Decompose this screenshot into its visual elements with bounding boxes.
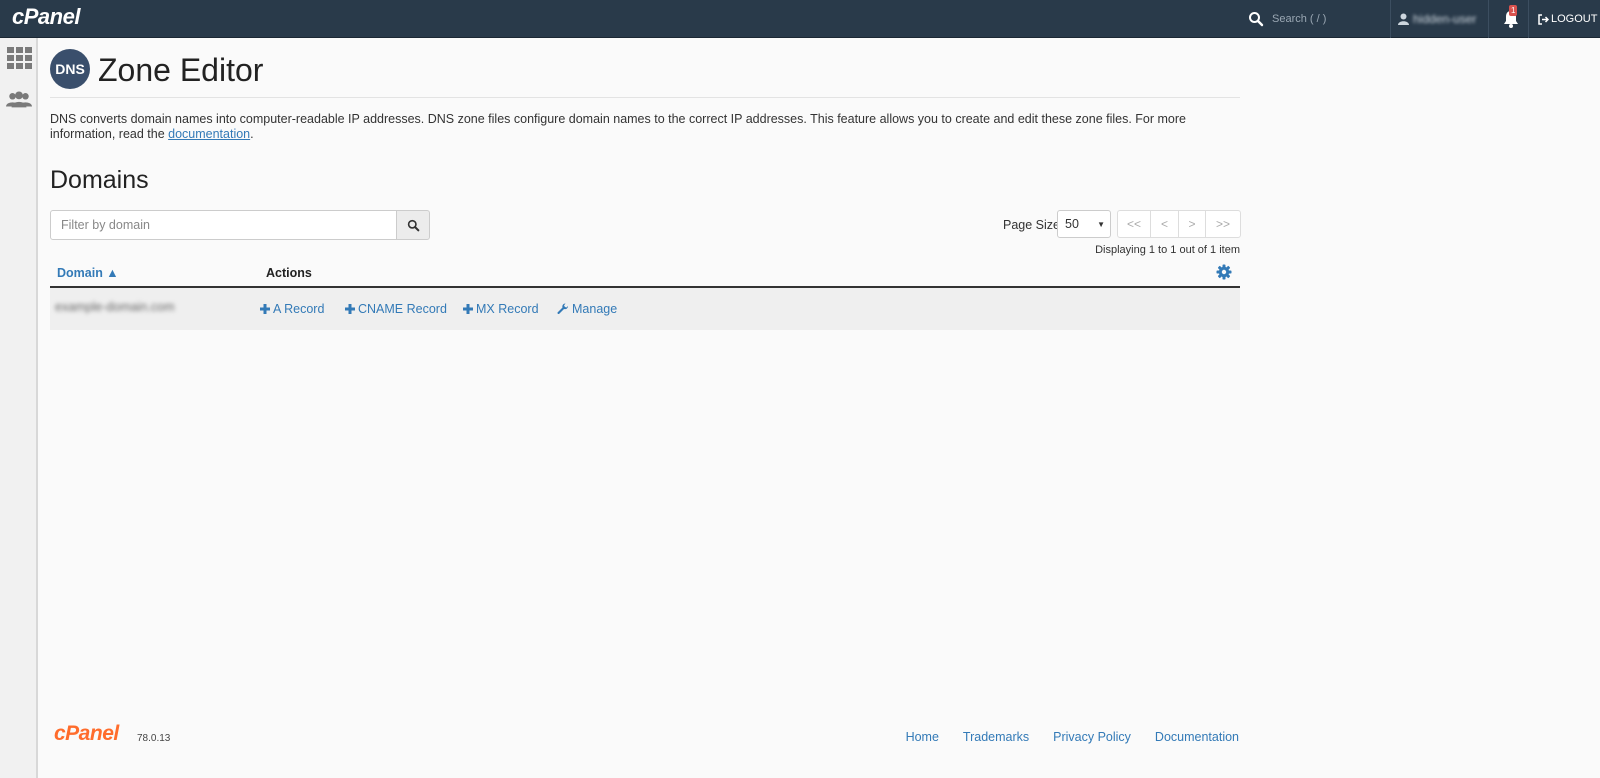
- footer-links: Home Trademarks Privacy Policy Documenta…: [882, 730, 1239, 744]
- pager-last-button[interactable]: >>: [1206, 211, 1240, 237]
- grid-icon[interactable]: [6, 46, 32, 70]
- row-domain-name: example-domain.com: [55, 300, 175, 314]
- add-cname-record-link[interactable]: CNAME Record: [345, 302, 447, 316]
- column-header-actions: Actions: [266, 266, 312, 280]
- column-header-domain[interactable]: Domain ▲: [57, 266, 119, 280]
- logout-icon: [1538, 13, 1549, 25]
- page-header: DNS Zone Editor: [50, 48, 1240, 98]
- divider: [1390, 0, 1391, 38]
- documentation-link[interactable]: documentation: [168, 127, 250, 141]
- manage-zone-link[interactable]: Manage: [557, 302, 617, 316]
- filter-search-button[interactable]: [396, 210, 430, 240]
- footer-cpanel-logo[interactable]: cPanel: [54, 722, 119, 746]
- dns-badge-icon: DNS: [50, 49, 90, 89]
- domains-heading: Domains: [50, 166, 149, 194]
- global-search[interactable]: Search ( / ): [1248, 0, 1388, 38]
- search-icon: [1249, 12, 1264, 27]
- gear-icon[interactable]: [1216, 264, 1232, 280]
- add-mx-record-link[interactable]: MX Record: [463, 302, 539, 316]
- side-rail: [0, 38, 38, 778]
- notification-badge: 1: [1509, 5, 1518, 16]
- pagination: << < > >>: [1117, 210, 1241, 238]
- logout-button[interactable]: LOGOUT: [1538, 0, 1597, 38]
- plus-icon: [345, 304, 355, 314]
- page-description: DNS converts domain names into computer-…: [50, 112, 1186, 141]
- filter-domain-input[interactable]: [50, 210, 397, 240]
- footer-link-trademarks[interactable]: Trademarks: [963, 730, 1029, 744]
- footer-link-privacy-policy[interactable]: Privacy Policy: [1053, 730, 1131, 744]
- page-size-value: 50: [1065, 217, 1079, 231]
- global-search-placeholder: Search ( / ): [1272, 13, 1327, 25]
- logout-label: LOGOUT: [1551, 13, 1598, 25]
- user-menu[interactable]: hidden-user: [1398, 0, 1476, 38]
- wrench-icon: [557, 303, 569, 315]
- divider: [1528, 0, 1529, 38]
- table-row: example-domain.com A Record CNAME Record…: [50, 288, 1240, 330]
- users-icon[interactable]: [6, 88, 32, 112]
- page-title: Zone Editor: [98, 52, 264, 88]
- dns-badge-text: DNS: [55, 61, 85, 77]
- footer-link-home[interactable]: Home: [906, 730, 939, 744]
- username: hidden-user: [1413, 12, 1477, 26]
- version-label: 78.0.13: [137, 733, 171, 744]
- page-size-select[interactable]: 50 ▼: [1057, 210, 1111, 238]
- table-header: Domain ▲ Actions: [50, 260, 1240, 288]
- plus-icon: [260, 304, 270, 314]
- plus-icon: [463, 304, 473, 314]
- page-size-label: Page Size: [1003, 218, 1060, 232]
- pager-next-button[interactable]: >: [1179, 211, 1206, 237]
- user-icon: [1398, 13, 1409, 25]
- footer-link-documentation[interactable]: Documentation: [1155, 730, 1239, 744]
- displaying-count: Displaying 1 to 1 out of 1 item: [1095, 244, 1240, 256]
- cpanel-logo[interactable]: cPanel: [12, 4, 80, 30]
- add-a-record-link[interactable]: A Record: [260, 302, 324, 316]
- pager-first-button[interactable]: <<: [1118, 211, 1151, 237]
- top-navbar: cPanel Search ( / ) hidden-user 1 LOGOUT: [0, 0, 1600, 38]
- pager-prev-button[interactable]: <: [1151, 211, 1179, 237]
- caret-down-icon: ▼: [1097, 220, 1105, 229]
- search-icon: [407, 219, 419, 231]
- divider: [1488, 0, 1489, 38]
